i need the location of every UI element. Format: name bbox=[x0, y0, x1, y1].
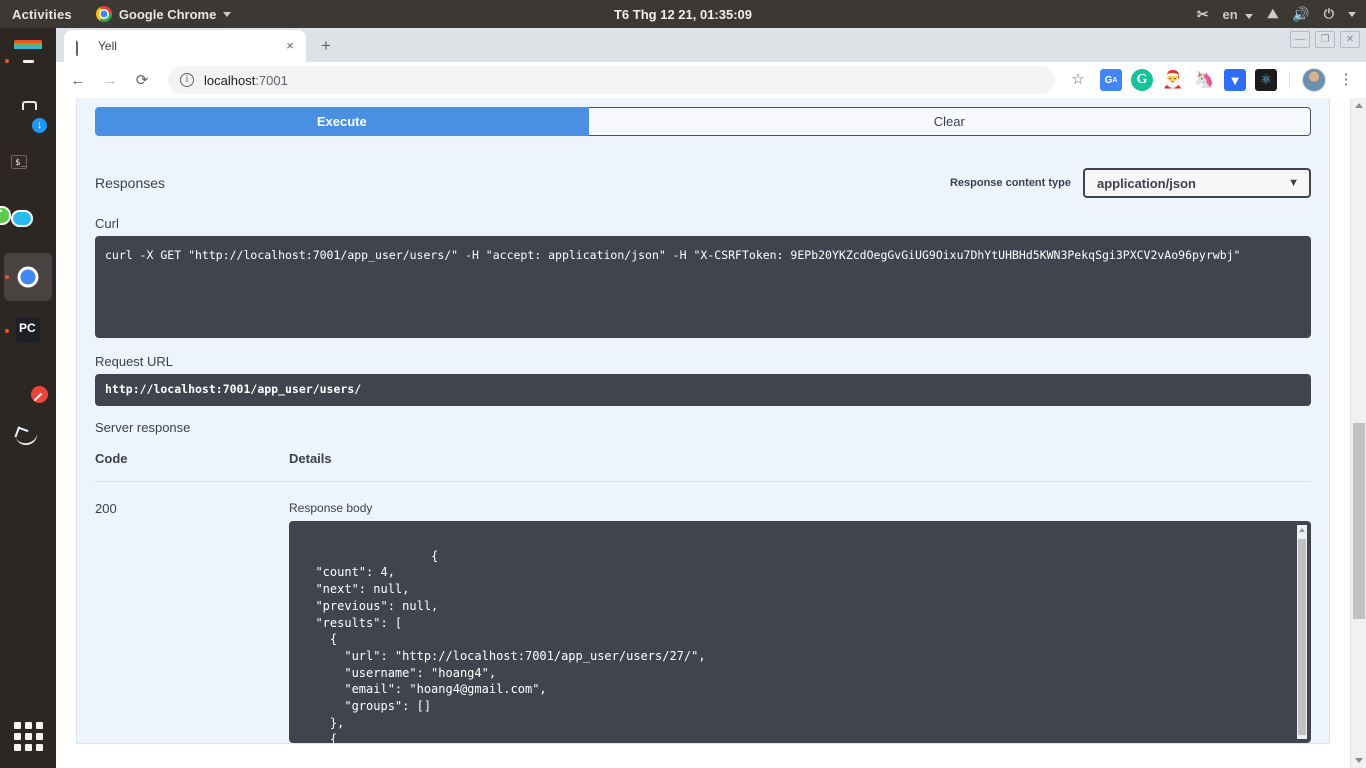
response-content-type-value: application/json bbox=[1097, 175, 1196, 191]
scrollbar-thumb[interactable] bbox=[1298, 539, 1306, 735]
response-body-text: { "count": 4, "next": null, "previous": … bbox=[315, 548, 706, 743]
response-details: Response body { "count": 4, "next": null… bbox=[289, 482, 1311, 743]
ubuntu-dock: $_ bbox=[0, 28, 56, 768]
response-code: 200 bbox=[95, 501, 117, 516]
execute-button[interactable]: Execute bbox=[95, 107, 589, 136]
response-content-type-label: Response content type bbox=[949, 177, 1071, 189]
chevron-down-icon: ▼ bbox=[1288, 177, 1299, 189]
avatar[interactable] bbox=[1302, 68, 1326, 92]
power-icon[interactable]: ⏻ bbox=[1324, 6, 1334, 22]
curl-command-box[interactable]: curl -X GET "http://localhost:7001/app_u… bbox=[95, 236, 1311, 338]
omnibox-host: localhost bbox=[204, 72, 256, 88]
operation-response-panel: Execute Clear Responses Response content… bbox=[76, 98, 1330, 744]
server-response-label: Server response bbox=[95, 420, 191, 435]
curl-label: Curl bbox=[95, 216, 119, 231]
grammarly-icon[interactable]: G bbox=[1131, 69, 1153, 91]
response-body-code[interactable]: { "count": 4, "next": null, "previous": … bbox=[289, 521, 1311, 743]
tray-chevron-down-icon[interactable] bbox=[1348, 11, 1356, 17]
scrollbar-thumb[interactable] bbox=[1353, 423, 1365, 619]
forward-button[interactable]: → bbox=[96, 66, 124, 94]
request-url-box: http://localhost:7001/app_user/users/ bbox=[95, 374, 1311, 406]
language-indicator[interactable]: en bbox=[1223, 7, 1254, 22]
show-applications-button[interactable] bbox=[4, 712, 52, 760]
react-devtools-icon[interactable]: ⚛ bbox=[1255, 69, 1277, 91]
app-menu-label: Google Chrome bbox=[118, 6, 217, 22]
reload-button[interactable]: ⟳ bbox=[128, 66, 156, 94]
chevron-down-icon bbox=[1245, 13, 1254, 19]
dock-item-chrome[interactable] bbox=[4, 253, 52, 301]
request-url-label: Request URL bbox=[95, 354, 174, 369]
unicorn-icon[interactable]: 🦄 bbox=[1193, 69, 1215, 91]
gnome-top-bar: Activities Google Chrome T6 Thg 12 21, 0… bbox=[0, 0, 1366, 28]
response-body-scrollbar[interactable] bbox=[1297, 525, 1307, 739]
swagger-ui-page: Execute Clear Responses Response content… bbox=[56, 98, 1350, 768]
running-indicator bbox=[5, 59, 9, 63]
site-info-icon[interactable]: i bbox=[180, 73, 194, 87]
browser-toolbar: ← → ⟳ i localhost:7001 ☆ GA G 🎅 🦄 ▼ ⚛ ⋮ bbox=[56, 62, 1366, 98]
table-row: 200 Response body { "count": 4, "next": … bbox=[95, 482, 1311, 743]
close-tab-icon[interactable]: × bbox=[282, 38, 298, 54]
tab-title: Yell bbox=[98, 39, 117, 53]
dock-item-mysql-workbench[interactable] bbox=[4, 415, 52, 463]
responses-header: Responses Response content type applicat… bbox=[95, 136, 1311, 208]
pocket-icon[interactable]: ▼ bbox=[1224, 69, 1246, 91]
clear-button[interactable]: Clear bbox=[588, 107, 1311, 136]
minimize-button[interactable]: — bbox=[1290, 31, 1310, 48]
bookmark-star-icon[interactable]: ☆ bbox=[1065, 67, 1091, 93]
server-response-table: Code Details 200 Response body { "count"… bbox=[95, 451, 1311, 743]
chrome-window: Yell × + — ❐ ✕ ← → ⟳ i localhost:7001 ☆ … bbox=[56, 28, 1366, 768]
clock[interactable]: T6 Thg 12 21, 01:35:09 bbox=[614, 7, 752, 22]
scroll-up-arrow-icon[interactable] bbox=[1355, 103, 1363, 108]
dock-item-pycharm[interactable] bbox=[4, 307, 52, 355]
page-scrollbar[interactable] bbox=[1350, 98, 1366, 768]
omnibox-port: :7001 bbox=[255, 72, 288, 88]
scroll-up-arrow-icon[interactable] bbox=[1299, 528, 1305, 532]
dock-item-files[interactable] bbox=[4, 37, 52, 85]
browser-tab-yell[interactable]: Yell × bbox=[64, 30, 306, 62]
scroll-down-arrow-icon[interactable] bbox=[1355, 758, 1363, 763]
column-header-code: Code bbox=[95, 451, 289, 482]
column-header-details: Details bbox=[289, 451, 1311, 482]
chevron-down-icon bbox=[223, 11, 232, 17]
response-content-type-group: Response content type application/json ▼ bbox=[950, 168, 1311, 198]
running-indicator bbox=[5, 275, 9, 279]
response-content-type-select[interactable]: application/json ▼ bbox=[1083, 168, 1311, 198]
new-tab-button[interactable]: + bbox=[312, 32, 340, 60]
terminal-icon: $_ bbox=[11, 155, 27, 169]
activities-button[interactable]: Activities bbox=[12, 7, 72, 22]
google-translate-icon[interactable]: GA bbox=[1100, 69, 1122, 91]
chrome-logo-icon bbox=[95, 6, 112, 22]
system-tray: ✂ en ⛰ 🔊 ⏻ bbox=[1197, 0, 1356, 28]
dock-item-text-editor[interactable] bbox=[4, 361, 52, 409]
dock-item-terminal[interactable]: $_ bbox=[4, 145, 52, 193]
page-viewport: Execute Clear Responses Response content… bbox=[56, 98, 1366, 768]
window-controls: — ❐ ✕ bbox=[1290, 31, 1360, 48]
table-header-row: Code Details bbox=[95, 451, 1311, 482]
wifi-icon[interactable]: ⛰ bbox=[1267, 6, 1278, 22]
maximize-button[interactable]: ❐ bbox=[1315, 31, 1335, 48]
close-window-button[interactable]: ✕ bbox=[1340, 31, 1360, 48]
dock-item-software[interactable] bbox=[4, 91, 52, 139]
volume-icon[interactable]: 🔊 bbox=[1292, 6, 1309, 23]
action-buttons: Execute Clear bbox=[95, 98, 1311, 136]
page-icon bbox=[76, 37, 90, 56]
address-bar[interactable]: i localhost:7001 bbox=[168, 66, 1055, 94]
running-indicator bbox=[5, 329, 9, 333]
kebab-menu-icon[interactable]: ⋮ bbox=[1334, 67, 1358, 93]
language-label: en bbox=[1222, 6, 1238, 22]
dock-item-zalo[interactable] bbox=[0, 199, 52, 247]
scissors-icon[interactable]: ✂ bbox=[1197, 6, 1209, 23]
back-button[interactable]: ← bbox=[64, 66, 92, 94]
response-body-label: Response body bbox=[289, 501, 373, 515]
tab-strip: Yell × + — ❐ ✕ bbox=[56, 28, 1366, 62]
app-menu-chrome[interactable]: Google Chrome bbox=[95, 6, 232, 22]
responses-title: Responses bbox=[95, 175, 166, 191]
toolbar-divider bbox=[1289, 71, 1290, 89]
santa-avatar-icon[interactable]: 🎅 bbox=[1162, 69, 1184, 91]
